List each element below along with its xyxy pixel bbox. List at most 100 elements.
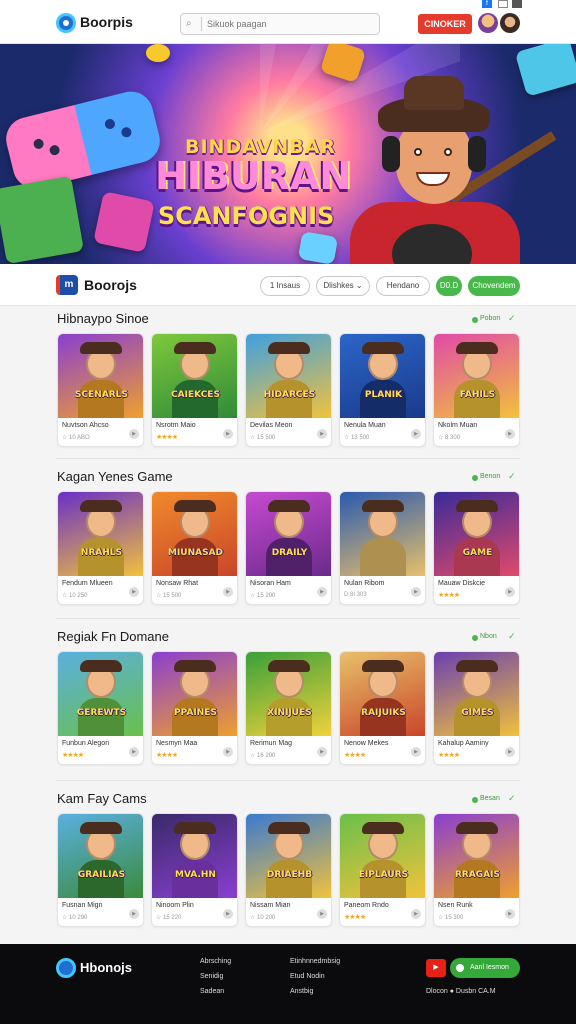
play-icon[interactable]: ▶ bbox=[129, 429, 139, 439]
section-more-link[interactable]: Besan bbox=[480, 795, 500, 802]
brand-name[interactable]: Boorpis bbox=[80, 14, 133, 30]
filter-dropdown[interactable]: Dlishkes ⌄ bbox=[316, 276, 370, 296]
facebook-icon[interactable]: f bbox=[482, 0, 492, 8]
game-thumbnail[interactable]: XINIJUES bbox=[246, 652, 331, 736]
brand-logo-icon[interactable] bbox=[56, 958, 76, 978]
game-card[interactable]: MIUNASAD Nonsaw Rhat ☆ 15 500 ▶ bbox=[151, 491, 238, 605]
footer-link[interactable]: Senidig bbox=[200, 973, 223, 980]
tiktok-icon[interactable] bbox=[512, 0, 522, 8]
game-thumbnail[interactable]: NRAHLS bbox=[58, 492, 143, 576]
footer-link[interactable]: Etud Nodin bbox=[290, 973, 325, 980]
filter-chip[interactable]: Hendano bbox=[376, 276, 430, 296]
game-card[interactable]: PPAINES Nesmyn Maa ★★★★ ▶ bbox=[151, 651, 238, 765]
game-card[interactable]: DRIAEHB Nissam Mian ☆ 10 200 ▶ bbox=[245, 813, 332, 927]
search-box[interactable]: ⌕ bbox=[180, 13, 380, 35]
instagram-icon[interactable] bbox=[498, 0, 508, 8]
game-thumbnail[interactable]: PLANIK bbox=[340, 334, 425, 418]
play-icon[interactable]: ▶ bbox=[505, 747, 515, 757]
play-icon[interactable]: ▶ bbox=[411, 587, 421, 597]
footer-link[interactable]: Anstbig bbox=[290, 988, 313, 995]
game-thumbnail[interactable]: RAIJUIKS bbox=[340, 652, 425, 736]
game-card[interactable]: DRAILY Nisoran Ham ☆ 15 200 ▶ bbox=[245, 491, 332, 605]
thumbnail-title: PPAINES bbox=[174, 708, 217, 718]
play-icon[interactable]: ▶ bbox=[223, 429, 233, 439]
game-thumbnail[interactable]: GAME bbox=[434, 492, 519, 576]
game-thumbnail[interactable]: DRAILY bbox=[246, 492, 331, 576]
play-icon[interactable]: ▶ bbox=[317, 909, 327, 919]
game-thumbnail[interactable]: CAIEKCES bbox=[152, 334, 237, 418]
play-icon[interactable]: ▶ bbox=[411, 429, 421, 439]
section-more-link[interactable]: Benon bbox=[480, 473, 500, 480]
game-thumbnail[interactable]: RRAGAIS bbox=[434, 814, 519, 898]
thumbnail-title: SCENARLS bbox=[75, 390, 128, 400]
brand-name-secondary[interactable]: Boorojs bbox=[84, 277, 137, 293]
game-card[interactable]: GEREWTS Funbun Alegon ★★★★ ▶ bbox=[57, 651, 144, 765]
game-thumbnail[interactable]: DRIAEHB bbox=[246, 814, 331, 898]
play-icon[interactable]: ▶ bbox=[223, 587, 233, 597]
game-card[interactable]: EIPLAURS Paneom Rndo ★★★★ ▶ bbox=[339, 813, 426, 927]
game-card[interactable]: RRAGAIS Nsen Runk ☆ 15 300 ▶ bbox=[433, 813, 520, 927]
game-card[interactable]: CAIEKCES Nsrotm Maio ★★★★ ▶ bbox=[151, 333, 238, 447]
play-icon[interactable]: ▶ bbox=[129, 747, 139, 757]
filter-chip-active[interactable]: D0.D bbox=[436, 276, 462, 296]
game-thumbnail[interactable]: GEREWTS bbox=[58, 652, 143, 736]
play-icon[interactable]: ▶ bbox=[129, 587, 139, 597]
game-card[interactable]: GAME Mauaw Diskcie ★★★★ ▶ bbox=[433, 491, 520, 605]
footer-link[interactable]: Etinhnnedmbsig bbox=[290, 958, 340, 965]
game-card[interactable]: GRAILIAS Fusnan Mign ☆ 10 290 ▶ bbox=[57, 813, 144, 927]
play-icon[interactable]: ▶ bbox=[411, 909, 421, 919]
footer-brand[interactable]: Hbonojs bbox=[80, 960, 132, 975]
hero-banner[interactable]: BINDAVNBAR HIBURAN SCANFOGNIS bbox=[0, 44, 576, 264]
player-count: ☆ 13 500 bbox=[344, 435, 370, 441]
game-thumbnail[interactable]: PPAINES bbox=[152, 652, 237, 736]
game-card[interactable]: SCENARLS Nuvtson Ahcso ☆ 10 ABO ▶ bbox=[57, 333, 144, 447]
avatar-1[interactable] bbox=[478, 13, 498, 33]
brand-logo-icon[interactable] bbox=[56, 13, 76, 33]
play-icon[interactable]: ▶ bbox=[129, 909, 139, 919]
game-card[interactable]: XINIJUES Rerimun Mag ☆ 16 200 ▶ bbox=[245, 651, 332, 765]
game-card[interactable]: MVA.HN Ninoom Plin ☆ 15 220 ▶ bbox=[151, 813, 238, 927]
footer-link[interactable]: Sadean bbox=[200, 988, 224, 995]
game-thumbnail[interactable]: MVA.HN bbox=[152, 814, 237, 898]
game-card[interactable]: PLANIK Nenula Muan ☆ 13 500 ▶ bbox=[339, 333, 426, 447]
play-icon[interactable]: ▶ bbox=[223, 747, 233, 757]
player-count: ☆ 8 300 bbox=[438, 435, 461, 441]
thumbnail-title: MVA.HN bbox=[175, 870, 216, 880]
youtube-icon[interactable]: ▶ bbox=[426, 959, 446, 977]
game-card[interactable]: HIDARCES Devilas Meon ☆ 15 500 ▶ bbox=[245, 333, 332, 447]
game-card[interactable]: FAHILS Nkolm Muan ☆ 8 300 ▶ bbox=[433, 333, 520, 447]
play-icon[interactable]: ▶ bbox=[317, 429, 327, 439]
avatar-2[interactable] bbox=[500, 13, 520, 33]
game-thumbnail[interactable]: GRAILIAS bbox=[58, 814, 143, 898]
brand-logo-icon[interactable]: m bbox=[56, 275, 78, 295]
thumbnail-title: HIDARCES bbox=[263, 390, 316, 400]
search-input[interactable] bbox=[207, 17, 375, 31]
game-thumbnail[interactable]: MIUNASAD bbox=[152, 492, 237, 576]
game-card[interactable]: GIMES Kahalup Aaminy ★★★★ ▶ bbox=[433, 651, 520, 765]
game-thumbnail[interactable]: HIDARCES bbox=[246, 334, 331, 418]
play-icon[interactable]: ▶ bbox=[317, 587, 327, 597]
section-more-link[interactable]: Nbon bbox=[480, 633, 497, 640]
game-card[interactable]: Nulan Ribom D 8I 303 ▶ bbox=[339, 491, 426, 605]
filter-chip-active[interactable]: Chovendem bbox=[468, 276, 520, 296]
play-icon[interactable]: ▶ bbox=[505, 429, 515, 439]
filter-chip[interactable]: 1 Insaus bbox=[260, 276, 310, 296]
section-more-link[interactable]: Pobon bbox=[480, 315, 500, 322]
game-card[interactable]: RAIJUIKS Nenow Mekes ★★★★ ▶ bbox=[339, 651, 426, 765]
game-thumbnail[interactable] bbox=[340, 492, 425, 576]
play-icon[interactable]: ▶ bbox=[223, 909, 233, 919]
play-icon[interactable]: ▶ bbox=[411, 747, 421, 757]
filter-chip-label: Dlishkes bbox=[323, 281, 354, 290]
play-icon[interactable]: ▶ bbox=[505, 587, 515, 597]
game-thumbnail[interactable]: SCENARLS bbox=[58, 334, 143, 418]
login-button[interactable]: CINOKER bbox=[418, 14, 472, 34]
character-hat bbox=[80, 822, 122, 834]
game-card[interactable]: NRAHLS Fendum Mlueen ☆ 10 250 ▶ bbox=[57, 491, 144, 605]
game-thumbnail[interactable]: GIMES bbox=[434, 652, 519, 736]
play-icon[interactable]: ▶ bbox=[317, 747, 327, 757]
game-thumbnail[interactable]: FAHILS bbox=[434, 334, 519, 418]
game-name: Fusnan Mign bbox=[62, 902, 103, 909]
play-icon[interactable]: ▶ bbox=[505, 909, 515, 919]
footer-link[interactable]: Abrsching bbox=[200, 958, 231, 965]
game-thumbnail[interactable]: EIPLAURS bbox=[340, 814, 425, 898]
